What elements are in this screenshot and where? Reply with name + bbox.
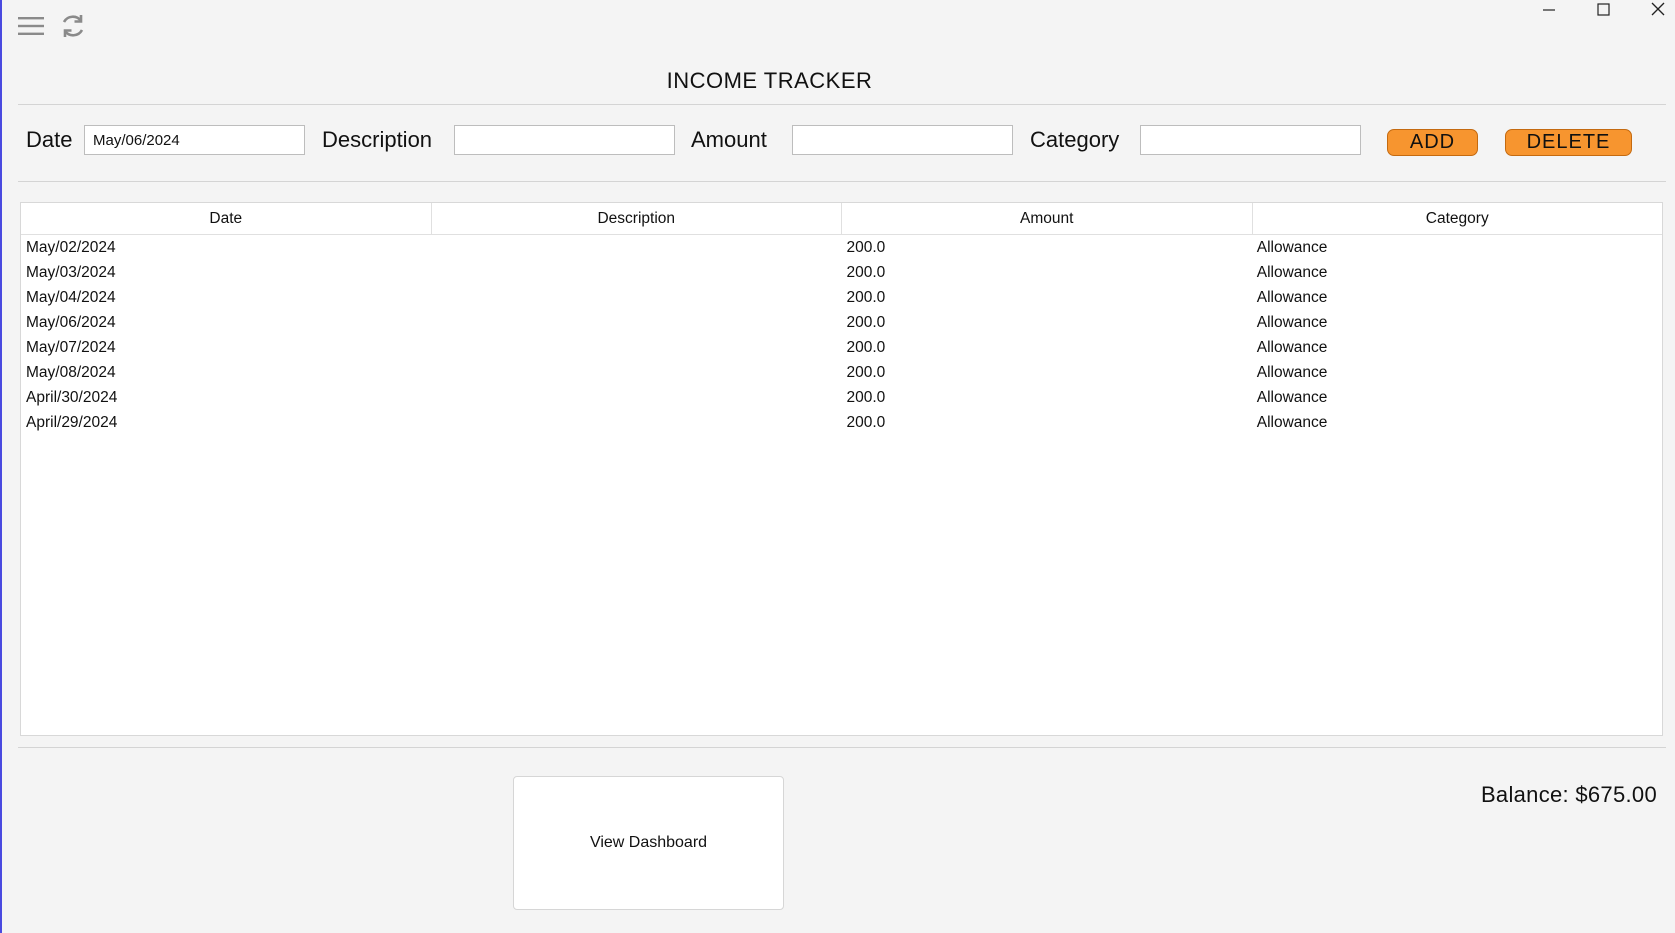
cell-amount: 200.0	[846, 289, 886, 306]
refresh-icon[interactable]	[59, 12, 87, 40]
add-button[interactable]: ADD	[1387, 129, 1478, 156]
table-header: Date Description Amount Category	[21, 203, 1662, 235]
amount-field[interactable]	[792, 125, 1013, 155]
amount-label: Amount	[691, 127, 767, 152]
cell-date: May/04/2024	[26, 289, 116, 306]
column-header-amount[interactable]: Amount	[842, 203, 1253, 234]
divider	[18, 104, 1666, 105]
table-row[interactable]: May/06/2024 200.0 Allowance	[21, 310, 1662, 335]
cell-amount: 200.0	[846, 389, 886, 406]
cell-category: Allowance	[1256, 389, 1328, 406]
category-label: Category	[1030, 127, 1120, 152]
cell-date: April/29/2024	[26, 414, 118, 431]
cell-description	[431, 235, 841, 260]
cell-amount: 200.0	[846, 314, 886, 331]
cell-description	[431, 260, 841, 285]
cell-amount: 200.0	[846, 364, 886, 381]
app-window: INCOME TRACKER Date Description Amount C…	[0, 0, 1675, 933]
cell-date: May/03/2024	[26, 264, 116, 281]
cell-category: Allowance	[1256, 314, 1328, 331]
divider	[18, 747, 1666, 748]
minimize-icon[interactable]	[1529, 0, 1569, 20]
income-table[interactable]: Date Description Amount Category May/02/…	[20, 202, 1663, 736]
cell-category: Allowance	[1256, 264, 1328, 281]
cell-category: Allowance	[1256, 239, 1328, 256]
close-icon[interactable]	[1638, 0, 1675, 20]
balance-text: Balance: $675.00	[1480, 782, 1657, 807]
table-row[interactable]: May/03/2024 200.0 Allowance	[21, 260, 1662, 285]
cell-amount: 200.0	[846, 239, 886, 256]
maximize-icon[interactable]	[1583, 0, 1623, 20]
table-row[interactable]: May/02/2024 200.0 Allowance	[21, 235, 1662, 260]
table-row[interactable]: May/08/2024 200.0 Allowance	[21, 360, 1662, 385]
column-header-date[interactable]: Date	[21, 203, 432, 234]
column-header-description[interactable]: Description	[432, 203, 842, 234]
divider	[18, 181, 1666, 182]
cell-category: Allowance	[1256, 289, 1328, 306]
cell-amount: 200.0	[846, 414, 886, 431]
cell-category: Allowance	[1256, 364, 1328, 381]
cell-description	[431, 385, 841, 410]
table-row[interactable]: April/30/2024 200.0 Allowance	[21, 385, 1662, 410]
category-field[interactable]	[1140, 125, 1361, 155]
description-label: Description	[322, 127, 433, 152]
table-row[interactable]: May/07/2024 200.0 Allowance	[21, 335, 1662, 360]
cell-date: May/06/2024	[26, 314, 116, 331]
table-body: May/02/2024 200.0 Allowance May/03/2024 …	[21, 235, 1662, 435]
cell-category: Allowance	[1256, 339, 1328, 356]
cell-date: April/30/2024	[26, 389, 118, 406]
hamburger-menu-icon[interactable]	[18, 16, 44, 36]
date-label: Date	[26, 127, 73, 152]
description-field[interactable]	[454, 125, 675, 155]
delete-button[interactable]: DELETE	[1505, 129, 1632, 156]
cell-description	[431, 310, 841, 335]
cell-amount: 200.0	[846, 339, 886, 356]
column-header-category[interactable]: Category	[1253, 203, 1663, 234]
cell-description	[431, 335, 841, 360]
cell-description	[431, 410, 841, 435]
table-row[interactable]: May/04/2024 200.0 Allowance	[21, 285, 1662, 310]
cell-amount: 200.0	[846, 264, 886, 281]
view-dashboard-button[interactable]: View Dashboard	[513, 776, 784, 910]
date-field[interactable]	[84, 125, 305, 155]
cell-date: May/07/2024	[26, 339, 116, 356]
page-title: INCOME TRACKER	[666, 68, 873, 93]
cell-description	[431, 285, 841, 310]
table-row[interactable]: April/29/2024 200.0 Allowance	[21, 410, 1662, 435]
cell-description	[431, 360, 841, 385]
cell-category: Allowance	[1256, 414, 1328, 431]
cell-date: May/02/2024	[26, 239, 116, 256]
cell-date: May/08/2024	[26, 364, 116, 381]
